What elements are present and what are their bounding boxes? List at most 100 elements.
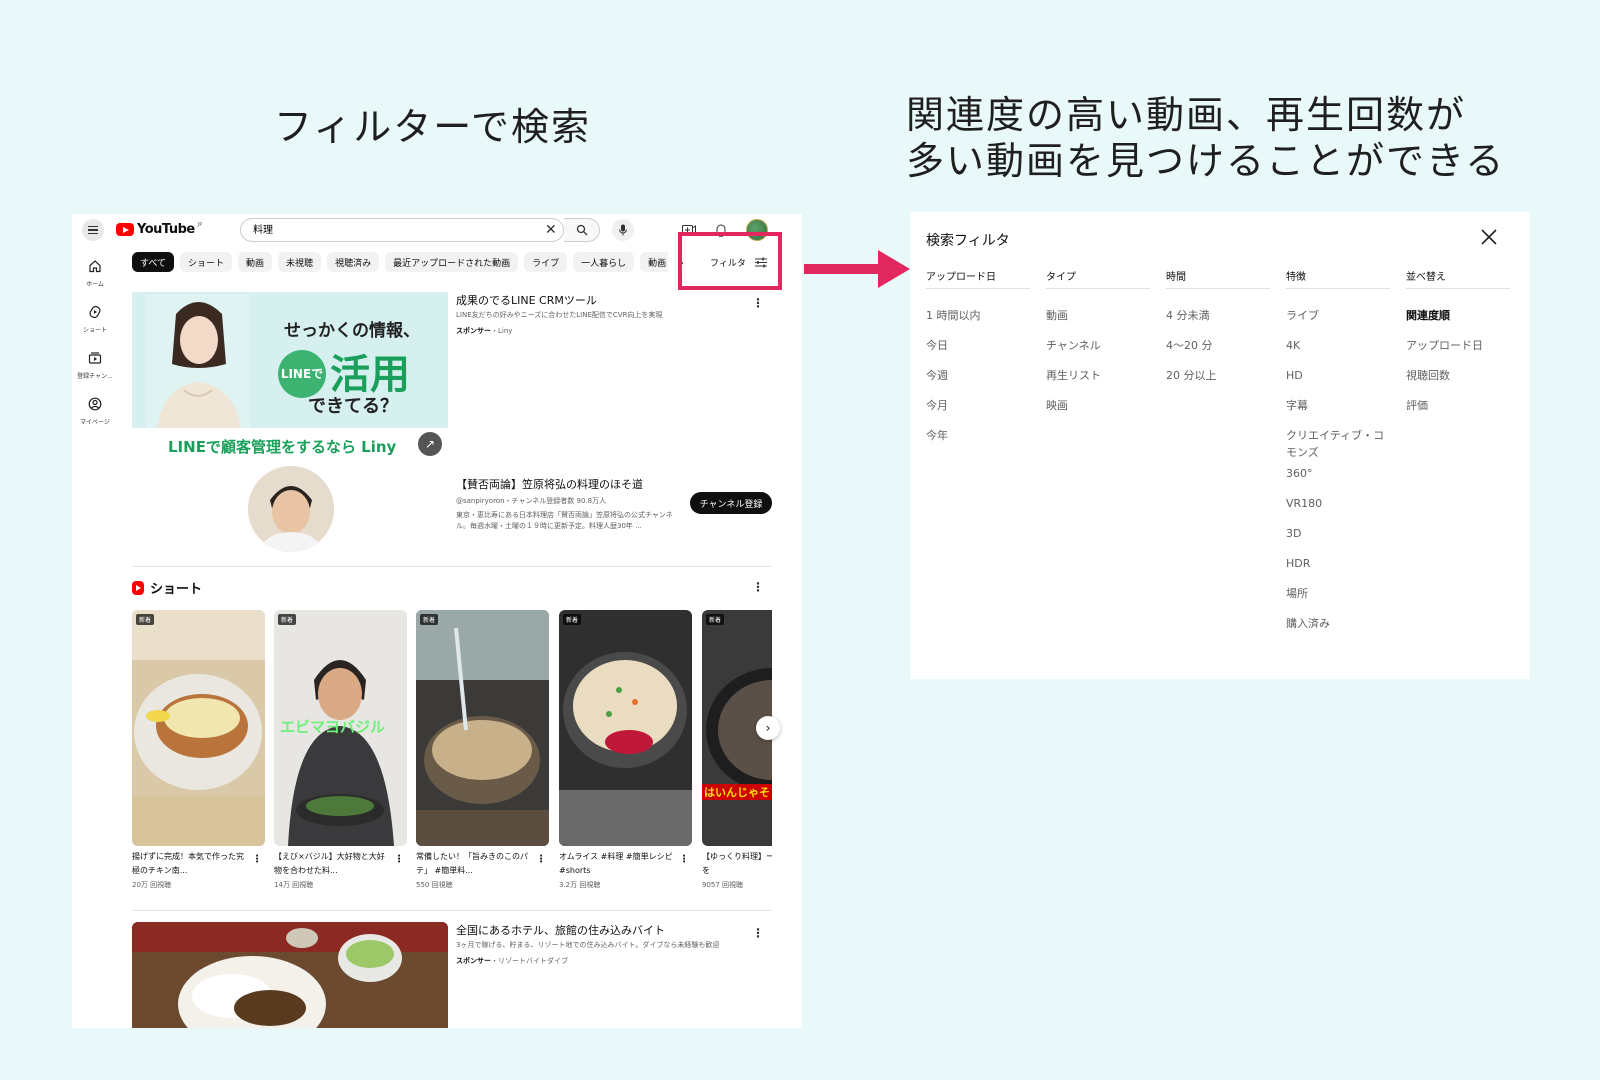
filter-option[interactable]: 3D xyxy=(1286,525,1390,555)
ad-title[interactable]: 成果のでるLINE CRMツール xyxy=(456,292,597,308)
ad-description: LINE友だちの好みやニーズに合わせたLINE配信でCVR向上を実現 xyxy=(456,311,663,319)
filter-column-sort-by: 並べ替え 関連度順 アップロード日 視聴回数 評価 xyxy=(1406,268,1510,427)
filter-option[interactable]: アップロード日 xyxy=(1406,337,1510,367)
filter-option[interactable]: 今週 xyxy=(926,367,1030,397)
channel-title[interactable]: 【賛否両論】笠原将弘の料理のほそ道 xyxy=(456,476,643,492)
filter-option[interactable]: 4K xyxy=(1286,337,1390,367)
sidebar-item-subscriptions[interactable]: 登録チャン... xyxy=(72,350,118,380)
short-card[interactable]: 新着 常備したい！「旨みきのこのパテ」 #簡単料... 550 回視聴 ⋮ xyxy=(416,610,549,890)
sidebar-item-account[interactable]: マイページ xyxy=(72,396,118,426)
ad-sponsor-name: ・Liny xyxy=(491,327,513,335)
bottom-ad-thumbnail[interactable] xyxy=(132,922,448,1028)
sidebar-label-subscriptions: 登録チャン... xyxy=(77,373,113,380)
filter-option[interactable]: 動画 xyxy=(1046,307,1150,337)
filter-option[interactable]: 360° xyxy=(1286,465,1390,495)
filter-column-heading: アップロード日 xyxy=(926,272,996,283)
chip-unwatched[interactable]: 未視聴 xyxy=(278,252,322,272)
filter-column-divider xyxy=(1166,288,1270,289)
short-more-icon[interactable]: ⋮ xyxy=(679,854,689,865)
short-more-icon[interactable]: ⋮ xyxy=(252,854,262,865)
short-thumbnail[interactable]: 新着 xyxy=(416,610,549,846)
youtube-logo[interactable]: YouTube JP xyxy=(116,222,202,237)
ad-thumbnail[interactable]: せっかくの情報、 LINEで 活用 できてる？ LINEで顧客管理をするなら L… xyxy=(132,292,448,464)
filter-option[interactable]: チャンネル xyxy=(1046,337,1150,367)
close-icon[interactable] xyxy=(1480,228,1498,246)
shorts-icon xyxy=(89,305,101,319)
chip-videos[interactable]: 動画 xyxy=(238,252,273,272)
shorts-next-button[interactable]: › xyxy=(756,716,780,740)
filter-option[interactable]: HD xyxy=(1286,367,1390,397)
short-views: 9057 回視聴 xyxy=(702,881,744,889)
external-link-icon[interactable]: ↗ xyxy=(418,432,442,456)
short-card[interactable]: はいんじゃそ 新着 【ゆっくり料理】ーマンポテトを 9057 回視聴 xyxy=(702,610,772,890)
short-views: 14万 回視聴 xyxy=(274,881,314,889)
chip-recently-uploaded[interactable]: 最近アップロードされた動画 xyxy=(385,252,519,272)
bottom-ad-title[interactable]: 全国にあるホテル、旅館の住み込みバイト xyxy=(456,922,665,938)
clear-icon[interactable]: ✕ xyxy=(545,222,557,238)
filter-option[interactable]: 映画 xyxy=(1046,397,1150,427)
filter-option[interactable]: 視聴回数 xyxy=(1406,367,1510,397)
bottom-ad-sponsor-name: ・リゾートバイトダイブ xyxy=(491,957,568,965)
youtube-play-icon xyxy=(116,223,134,236)
short-thumbnail[interactable]: 新着 xyxy=(559,610,692,846)
search-button[interactable] xyxy=(564,218,600,242)
filter-option[interactable]: HDR xyxy=(1286,555,1390,585)
ad-more-icon[interactable]: ⋮ xyxy=(752,296,764,310)
short-more-icon[interactable]: ⋮ xyxy=(394,854,404,865)
short-card[interactable]: 新着 オムライス #料理 #簡単レシピ #shorts 3.2万 回視聴 ⋮ xyxy=(559,610,692,890)
bottom-ad-more-icon[interactable]: ⋮ xyxy=(752,926,764,940)
subscribe-button[interactable]: チャンネル登録 xyxy=(690,492,772,514)
chip-watched[interactable]: 視聴済み xyxy=(327,252,380,272)
filter-option[interactable]: VR180 xyxy=(1286,495,1390,525)
sidebar-label-account: マイページ xyxy=(80,419,110,426)
short-image-omurice xyxy=(559,610,692,846)
heading-right-line1: 関連度の高い動画、再生回数が xyxy=(906,93,1467,137)
filter-option[interactable]: ライブ xyxy=(1286,307,1390,337)
heading-left: フィルターで検索 xyxy=(274,105,591,149)
mic-button[interactable] xyxy=(612,219,634,241)
filter-column-upload-date: アップロード日 1 時間以内 今日 今週 今月 今年 xyxy=(926,268,1030,457)
short-thumbnail[interactable]: 新着 xyxy=(132,610,265,846)
filter-option[interactable]: 4 分未満 xyxy=(1166,307,1270,337)
ad-sponsor-label: スポンサー xyxy=(456,327,491,335)
filter-option[interactable]: 4〜20 分 xyxy=(1166,337,1270,367)
ad-sponsor: スポンサー・Liny xyxy=(456,326,512,336)
filter-option[interactable]: 評価 xyxy=(1406,397,1510,427)
filter-option[interactable]: 再生リスト xyxy=(1046,367,1150,397)
chip-living-alone[interactable]: 一人暮らし xyxy=(573,252,635,272)
youtube-screenshot: YouTube JP ✕ ホーム ショート xyxy=(72,214,802,1028)
filter-option[interactable]: 今年 xyxy=(926,427,1030,457)
section-divider xyxy=(132,566,772,567)
chip-popular[interactable]: 動画 人気 xyxy=(640,252,668,272)
chip-live[interactable]: ライブ xyxy=(524,252,568,272)
shorts-more-icon[interactable]: ⋮ xyxy=(752,580,764,594)
filter-option-selected[interactable]: 関連度順 xyxy=(1406,307,1510,337)
filter-option[interactable]: 購入済み xyxy=(1286,615,1390,645)
short-card[interactable]: 新着 揚げずに完成！本気で作った究極のチキン南... 20万 回視聴 ⋮ xyxy=(132,610,265,890)
short-more-icon[interactable]: ⋮ xyxy=(536,854,546,865)
sidebar-label-home: ホーム xyxy=(86,281,104,288)
sidebar-item-shorts[interactable]: ショート xyxy=(72,304,118,334)
new-badge: 新着 xyxy=(278,614,297,625)
chip-shorts[interactable]: ショート xyxy=(180,252,233,272)
short-card[interactable]: エビマヨバジル 新着 【えび×バジル】大好物と大好物を合わせた料... 14万 … xyxy=(274,610,407,890)
filter-option[interactable]: 今日 xyxy=(926,337,1030,367)
filter-option[interactable]: 20 分以上 xyxy=(1166,367,1270,397)
short-thumbnail[interactable]: エビマヨバジル 新着 xyxy=(274,610,407,846)
menu-icon[interactable] xyxy=(82,219,104,241)
filter-column-heading: 特徴 xyxy=(1286,272,1306,283)
account-icon xyxy=(88,397,102,411)
ad-banner-bottom: LINEで顧客管理をするなら Liny ↗ xyxy=(132,428,448,464)
heading-right-line2: 多い動画を見つけることができる xyxy=(906,139,1506,183)
channel-avatar-image xyxy=(248,466,334,552)
filter-option[interactable]: 場所 xyxy=(1286,585,1390,615)
filter-option[interactable]: 今月 xyxy=(926,397,1030,427)
sidebar-item-home[interactable]: ホーム xyxy=(72,258,118,288)
chip-all[interactable]: すべて xyxy=(132,252,175,272)
channel-avatar[interactable] xyxy=(248,466,334,552)
search-input[interactable] xyxy=(253,223,533,234)
filter-option[interactable]: 字幕 xyxy=(1286,397,1390,427)
filter-option[interactable]: 1 時間以内 xyxy=(926,307,1030,337)
filter-option[interactable]: クリエイティブ・コモンズ xyxy=(1286,427,1390,465)
new-badge: 新着 xyxy=(706,614,725,625)
